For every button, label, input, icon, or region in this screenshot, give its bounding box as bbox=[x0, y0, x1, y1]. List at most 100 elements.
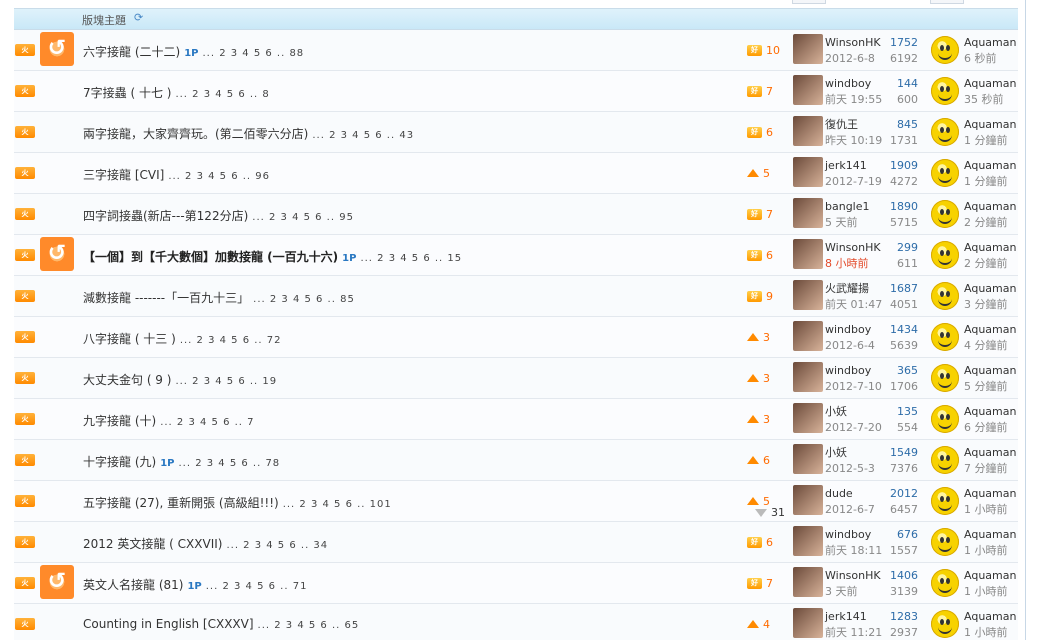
last-post-time[interactable]: 6 分鐘前 bbox=[964, 420, 1016, 436]
page-links[interactable]: ... 2 3 4 5 6 .. 72 bbox=[180, 335, 282, 346]
top-control-left[interactable] bbox=[792, 0, 826, 4]
last-post-time[interactable]: 1 小時前 bbox=[964, 584, 1016, 600]
thread-avatar-icon[interactable]: ↺ bbox=[40, 237, 74, 271]
thread-title-link[interactable]: 三字接龍 [CVI] bbox=[83, 168, 164, 182]
smiley-avatar-icon[interactable] bbox=[931, 77, 959, 105]
reply-count[interactable]: 1890 bbox=[884, 199, 918, 215]
up-arrow-icon[interactable] bbox=[747, 496, 759, 505]
smiley-avatar-icon[interactable] bbox=[931, 405, 959, 433]
thread-title-link[interactable]: 五字接龍 (27), 重新開張 (高級組!!!) bbox=[83, 496, 279, 510]
author-name[interactable]: windboy bbox=[825, 363, 882, 379]
smiley-avatar-icon[interactable] bbox=[931, 528, 959, 556]
one-page-link[interactable]: 1P bbox=[342, 253, 356, 264]
page-links[interactable]: ... 2 3 4 5 6 .. 95 bbox=[252, 212, 354, 223]
last-post-user[interactable]: Aquaman bbox=[964, 76, 1016, 92]
one-page-link[interactable]: 1P bbox=[184, 48, 198, 59]
page-links[interactable]: ... 2 3 4 5 6 .. 43 bbox=[312, 130, 414, 141]
smiley-avatar-icon[interactable] bbox=[931, 159, 959, 187]
page-links[interactable]: ... 2 3 4 5 6 .. 15 bbox=[360, 253, 462, 264]
author-name[interactable]: windboy bbox=[825, 322, 875, 338]
last-post-user[interactable]: Aquaman bbox=[964, 363, 1016, 379]
smiley-avatar-icon[interactable] bbox=[931, 200, 959, 228]
author-avatar[interactable] bbox=[793, 198, 823, 228]
scrollbar[interactable] bbox=[1028, 0, 1042, 640]
last-post-time[interactable]: 1 分鐘前 bbox=[964, 174, 1016, 190]
author-name[interactable]: windboy bbox=[825, 527, 882, 543]
author-name[interactable]: windboy bbox=[825, 76, 882, 92]
thread-title-link[interactable]: 【一個】到【千大數個】加數接龍 (一百九十六) bbox=[83, 250, 338, 264]
last-post-user[interactable]: Aquaman bbox=[964, 568, 1016, 584]
author-avatar[interactable] bbox=[793, 403, 823, 433]
smiley-avatar-icon[interactable] bbox=[931, 364, 959, 392]
good-badge-icon[interactable]: 好 bbox=[747, 86, 762, 97]
last-post-time[interactable]: 2 分鐘前 bbox=[964, 256, 1016, 272]
last-post-time[interactable]: 35 秒前 bbox=[964, 92, 1016, 108]
smiley-avatar-icon[interactable] bbox=[931, 241, 959, 269]
author-avatar[interactable] bbox=[793, 362, 823, 392]
last-post-user[interactable]: Aquaman bbox=[964, 486, 1016, 502]
thread-title-link[interactable]: 2012 英文接龍 ( CXXVII) bbox=[83, 537, 222, 551]
reply-count[interactable]: 135 bbox=[884, 404, 918, 420]
last-post-user[interactable]: Aquaman bbox=[964, 35, 1016, 51]
last-post-time[interactable]: 3 分鐘前 bbox=[964, 297, 1016, 313]
last-post-time[interactable]: 4 分鐘前 bbox=[964, 338, 1016, 354]
thread-title-link[interactable]: 大丈夫金句 ( 9 ) bbox=[83, 373, 171, 387]
author-avatar[interactable] bbox=[793, 280, 823, 310]
author-avatar[interactable] bbox=[793, 321, 823, 351]
down-arrow-icon[interactable] bbox=[755, 508, 767, 517]
good-badge-icon[interactable]: 好 bbox=[747, 537, 762, 548]
author-name[interactable]: 小妖 bbox=[825, 404, 882, 420]
page-links[interactable]: ... 2 3 4 5 6 .. 78 bbox=[178, 458, 280, 469]
smiley-avatar-icon[interactable] bbox=[931, 446, 959, 474]
author-name[interactable]: WinsonHK bbox=[825, 35, 881, 51]
author-avatar[interactable] bbox=[793, 116, 823, 146]
thread-title-link[interactable]: 十字接龍 (九) bbox=[83, 455, 156, 469]
page-links[interactable]: ... 2 3 4 5 6 .. 7 bbox=[160, 417, 254, 428]
thread-title-link[interactable]: 7字接蟲 ( 十七 ) bbox=[83, 86, 171, 100]
author-name[interactable]: 火武耀揚 bbox=[825, 281, 882, 297]
last-post-user[interactable]: Aquaman bbox=[964, 527, 1016, 543]
page-links[interactable]: ... 2 3 4 5 6 .. 85 bbox=[253, 294, 355, 305]
author-avatar[interactable] bbox=[793, 567, 823, 597]
last-post-user[interactable]: Aquaman bbox=[964, 609, 1016, 625]
last-post-time[interactable]: 6 秒前 bbox=[964, 51, 1016, 67]
smiley-avatar-icon[interactable] bbox=[931, 487, 959, 515]
page-links[interactable]: ... 2 3 4 5 6 .. 96 bbox=[168, 171, 270, 182]
thread-avatar-icon[interactable]: ↺ bbox=[40, 565, 74, 599]
author-avatar[interactable] bbox=[793, 608, 823, 638]
last-post-user[interactable]: Aquaman bbox=[964, 281, 1016, 297]
up-arrow-icon[interactable] bbox=[747, 332, 759, 341]
author-avatar[interactable] bbox=[793, 157, 823, 187]
last-post-user[interactable]: Aquaman bbox=[964, 445, 1016, 461]
author-avatar[interactable] bbox=[793, 444, 823, 474]
good-badge-icon[interactable]: 好 bbox=[747, 578, 762, 589]
reply-count[interactable]: 1434 bbox=[884, 322, 918, 338]
author-avatar[interactable] bbox=[793, 34, 823, 64]
smiley-avatar-icon[interactable] bbox=[931, 36, 959, 64]
author-name[interactable]: WinsonHK bbox=[825, 240, 881, 256]
one-page-link[interactable]: 1P bbox=[187, 581, 201, 592]
last-post-user[interactable]: Aquaman bbox=[964, 404, 1016, 420]
author-name[interactable]: 復仇王 bbox=[825, 117, 882, 133]
smiley-avatar-icon[interactable] bbox=[931, 323, 959, 351]
reply-count[interactable]: 1909 bbox=[884, 158, 918, 174]
reply-count[interactable]: 1752 bbox=[884, 35, 918, 51]
reply-count[interactable]: 144 bbox=[884, 76, 918, 92]
author-name[interactable]: jerk141 bbox=[825, 158, 882, 174]
page-links[interactable]: ... 2 3 4 5 6 .. 65 bbox=[258, 620, 360, 631]
author-avatar[interactable] bbox=[793, 75, 823, 105]
smiley-avatar-icon[interactable] bbox=[931, 610, 959, 638]
reply-count[interactable]: 299 bbox=[884, 240, 918, 256]
thread-title-link[interactable]: Counting in English [CXXXV] bbox=[83, 617, 254, 631]
reply-count[interactable]: 1406 bbox=[884, 568, 918, 584]
up-arrow-icon[interactable] bbox=[747, 373, 759, 382]
last-post-time[interactable]: 1 小時前 bbox=[964, 543, 1016, 559]
last-post-time[interactable]: 2 分鐘前 bbox=[964, 215, 1016, 231]
page-links[interactable]: ... 2 3 4 5 6 .. 34 bbox=[226, 540, 328, 551]
author-name[interactable]: bangle1 bbox=[825, 199, 870, 215]
thread-title-link[interactable]: 減數接龍 -------「一百九十三」 bbox=[83, 291, 249, 305]
author-name[interactable]: WinsonHK bbox=[825, 568, 881, 584]
author-name[interactable]: dude bbox=[825, 486, 875, 502]
last-post-time[interactable]: 5 分鐘前 bbox=[964, 379, 1016, 395]
last-post-time[interactable]: 7 分鐘前 bbox=[964, 461, 1016, 477]
